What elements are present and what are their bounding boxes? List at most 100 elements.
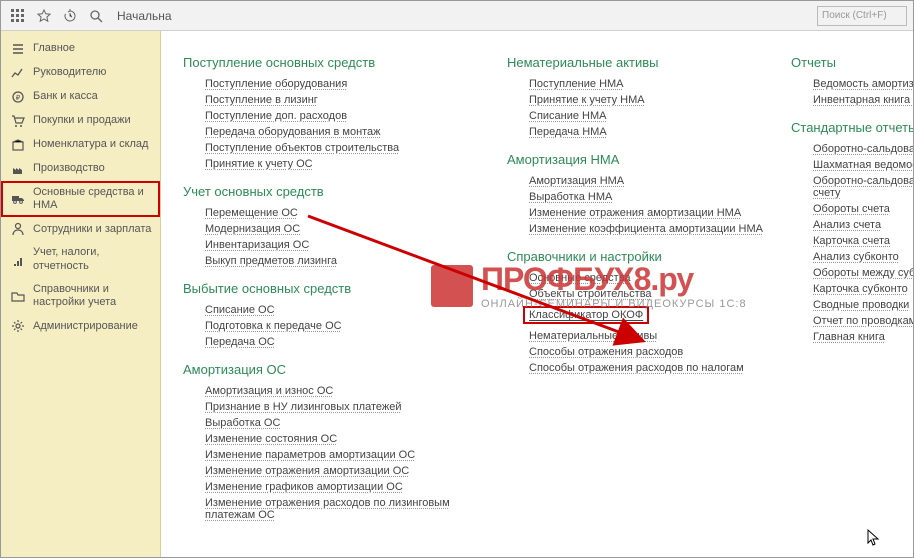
sidebar-item-label: Основные средства и НМА [33, 186, 152, 212]
menu-link[interactable]: Способы отражения расходов [529, 346, 767, 358]
sidebar-item-sales[interactable]: Покупки и продажи [1, 109, 160, 133]
menu-link[interactable]: Обороты между субконто [813, 267, 913, 279]
sidebar-item-label: Главное [33, 42, 75, 55]
sidebar-item-fixed-assets[interactable]: Основные средства и НМА [1, 181, 160, 217]
menu-link[interactable]: Списание НМА [529, 110, 767, 122]
menu-link[interactable]: Изменение параметров амортизации ОС [205, 449, 483, 461]
menu-link[interactable]: Основные средства [529, 272, 767, 284]
menu-link[interactable]: Обороты счета [813, 203, 913, 215]
menu-link[interactable]: Выработка НМА [529, 191, 767, 203]
menu-link[interactable]: Списание ОС [205, 304, 483, 316]
menu-link[interactable]: Амортизация НМА [529, 175, 767, 187]
menu-link[interactable]: Передача оборудования в монтаж [205, 126, 483, 138]
section-header: Амортизация НМА [507, 152, 767, 167]
history-icon[interactable] [59, 5, 81, 27]
topbar: Начальна Поиск (Ctrl+F) [1, 1, 913, 31]
factory-icon [11, 162, 25, 176]
main-content: ПРОФБУХ8.ру ОНЛАЙН-СЕМИНАРЫ И ВИДЕОКУРСЫ… [161, 31, 913, 557]
sidebar-item-production[interactable]: Производство [1, 157, 160, 181]
menu-link[interactable]: Изменение отражения расходов по лизингов… [205, 497, 483, 521]
sidebar-item-manager[interactable]: Руководителю [1, 61, 160, 85]
menu-link[interactable]: Оборотно-сальдовая ведомость по счету [813, 175, 913, 199]
menu-link[interactable]: Карточка счета [813, 235, 913, 247]
menu-link[interactable]: Ведомость амортизации ОС [813, 78, 913, 90]
menu-link[interactable]: Поступление доп. расходов [205, 110, 483, 122]
search-placeholder: Поиск (Ctrl+F) [822, 10, 887, 21]
search-icon[interactable] [85, 5, 107, 27]
menu-link[interactable]: Инвентаризация ОС [205, 239, 483, 251]
apps-icon[interactable] [7, 5, 29, 27]
sidebar: Главное Руководителю ₽ Банк и касса Поку… [1, 31, 161, 557]
menu-link[interactable]: Анализ счета [813, 219, 913, 231]
star-icon[interactable] [33, 5, 55, 27]
section-header: Поступление основных средств [183, 55, 483, 70]
section-header: Справочники и настройки [507, 249, 767, 264]
menu-link[interactable]: Принятие к учету НМА [529, 94, 767, 106]
menu-link[interactable]: Перемещение ОС [205, 207, 483, 219]
sidebar-item-label: Производство [33, 162, 105, 175]
section-header: Нематериальные активы [507, 55, 767, 70]
folder-icon [11, 289, 25, 303]
menu-link[interactable]: Выкуп предметов лизинга [205, 255, 483, 267]
sidebar-item-label: Учет, налоги, отчетность [33, 246, 152, 272]
menu-link[interactable]: Главная книга [813, 331, 913, 343]
sidebar-item-admin[interactable]: Администрирование [1, 314, 160, 338]
search-input[interactable]: Поиск (Ctrl+F) [817, 6, 907, 26]
sidebar-item-staff[interactable]: Сотрудники и зарплата [1, 217, 160, 241]
chart-line-icon [11, 66, 25, 80]
menu-link[interactable]: Принятие к учету ОС [205, 158, 483, 170]
menu-link[interactable]: Шахматная ведомость [813, 159, 913, 171]
menu-link[interactable]: Выработка ОС [205, 417, 483, 429]
sidebar-item-label: Банк и касса [33, 90, 98, 103]
menu-link[interactable]: Поступление оборудования [205, 78, 483, 90]
gear-icon [11, 319, 25, 333]
sidebar-item-label: Справочники и настройки учета [33, 283, 152, 309]
menu-link[interactable]: Признание в НУ лизинговых платежей [205, 401, 483, 413]
menu-link[interactable]: Изменение графиков амортизации ОС [205, 481, 483, 493]
menu-link[interactable]: Карточка субконто [813, 283, 913, 295]
menu-link[interactable]: Модернизация ОС [205, 223, 483, 235]
box-icon [11, 138, 25, 152]
person-icon [11, 222, 25, 236]
menu-link[interactable]: Способы отражения расходов по налогам [529, 362, 767, 374]
list-icon [11, 42, 25, 56]
menu-link[interactable]: Амортизация и износ ОС [205, 385, 483, 397]
menu-link[interactable]: Оборотно-сальдовая ведомость [813, 143, 913, 155]
menu-link[interactable]: Нематериальные активы [529, 330, 767, 342]
menu-link[interactable]: Изменение коэффициента амортизации НМА [529, 223, 767, 235]
section-header: Стандартные отчеты [791, 120, 913, 135]
breadcrumb: Начальна [117, 9, 172, 23]
menu-link[interactable]: Отчет по проводкам [813, 315, 913, 327]
bank-icon: ₽ [11, 90, 25, 104]
section-header: Амортизация ОС [183, 362, 483, 377]
menu-link[interactable]: Подготовка к передаче ОС [205, 320, 483, 332]
cart-icon [11, 114, 25, 128]
menu-link[interactable]: Поступление НМА [529, 78, 767, 90]
menu-link[interactable]: Инвентарная книга (ОС-6б) [813, 94, 913, 106]
menu-link[interactable]: Объекты строительства [529, 288, 767, 300]
menu-link[interactable]: Поступление в лизинг [205, 94, 483, 106]
svg-text:₽: ₽ [16, 94, 21, 102]
menu-link-okof-classifier[interactable]: Классификатор ОКОФ [525, 308, 647, 322]
sidebar-item-label: Номенклатура и склад [33, 138, 148, 151]
menu-link[interactable]: Анализ субконто [813, 251, 913, 263]
truck-icon [11, 192, 25, 206]
sidebar-item-settings[interactable]: Справочники и настройки учета [1, 278, 160, 314]
section-header: Учет основных средств [183, 184, 483, 199]
sidebar-item-label: Сотрудники и зарплата [33, 223, 151, 236]
menu-link[interactable]: Передача НМА [529, 126, 767, 138]
menu-link[interactable]: Изменение состояния ОС [205, 433, 483, 445]
sidebar-item-main[interactable]: Главное [1, 37, 160, 61]
sidebar-item-label: Покупки и продажи [33, 114, 131, 127]
menu-link[interactable]: Поступление объектов строительства [205, 142, 483, 154]
sidebar-item-bank[interactable]: ₽ Банк и касса [1, 85, 160, 109]
sidebar-item-stock[interactable]: Номенклатура и склад [1, 133, 160, 157]
sidebar-item-label: Администрирование [33, 320, 138, 333]
sidebar-item-taxes[interactable]: Учет, налоги, отчетность [1, 241, 160, 277]
section-header: Выбытие основных средств [183, 281, 483, 296]
menu-link[interactable]: Передача ОС [205, 336, 483, 348]
menu-link[interactable]: Сводные проводки [813, 299, 913, 311]
section-header: Отчеты [791, 55, 913, 70]
menu-link[interactable]: Изменение отражения амортизации НМА [529, 207, 767, 219]
menu-link[interactable]: Изменение отражения амортизации ОС [205, 465, 483, 477]
